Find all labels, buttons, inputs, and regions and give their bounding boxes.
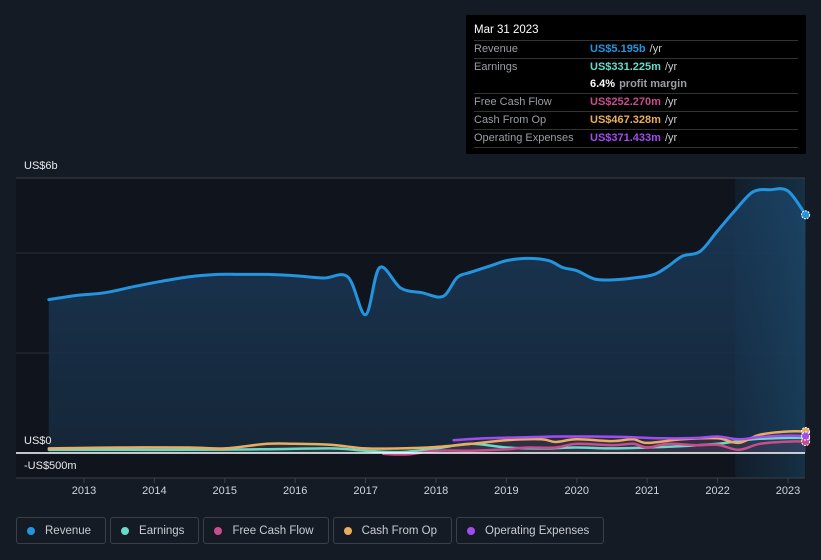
tooltip-value: 6.4% — [590, 78, 616, 90]
x-tick-label: 2016 — [282, 485, 308, 497]
legend-item-earnings[interactable]: Earnings — [110, 517, 200, 544]
tooltip-row-free-cash-flow: Free Cash Flow US$252.270m /yr — [474, 94, 798, 112]
tooltip-label: Revenue — [474, 43, 519, 55]
legend-label: Revenue — [45, 524, 92, 537]
legend-item-revenue[interactable]: Revenue — [16, 517, 107, 544]
tooltip-unit: /yr — [664, 61, 678, 73]
tooltip-unit: profit margin — [619, 78, 687, 90]
tooltip-row-operating-expenses: Operating Expenses US$371.433m /yr — [474, 130, 798, 148]
tooltip-row-earnings: Earnings US$331.225m /yr — [474, 59, 798, 76]
tooltip-panel: Mar 31 2023 Revenue US$5.195b /yr Earnin… — [466, 15, 806, 154]
tooltip-value: US$331.225m — [590, 61, 661, 73]
legend-label: Earnings — [139, 524, 185, 537]
x-tick-label: 2018 — [423, 485, 449, 497]
legend-label: Free Cash Flow — [232, 524, 314, 537]
revenue-end-marker — [801, 210, 811, 220]
legend-label: Operating Expenses — [485, 524, 590, 537]
tooltip-label: Operating Expenses — [474, 132, 574, 144]
x-tick-label: 2023 — [775, 485, 801, 497]
tooltip-date: Mar 31 2023 — [474, 21, 798, 41]
tooltip-unit: /yr — [664, 96, 678, 108]
legend: Revenue Earnings Free Cash Flow Cash Fro… — [16, 517, 605, 544]
legend-label: Cash From Op — [361, 524, 438, 537]
tooltip-value: US$467.328m — [590, 114, 661, 126]
y-tick-label: US$6b — [24, 160, 58, 172]
tooltip-unit: /yr — [664, 114, 678, 126]
x-tick-label: 2017 — [353, 485, 378, 497]
legend-item-cash-from-op[interactable]: Cash From Op — [332, 517, 453, 544]
y-tick-label: US$0 — [24, 435, 52, 447]
legend-dot-icon — [343, 526, 352, 535]
legend-item-free-cash-flow[interactable]: Free Cash Flow — [203, 517, 329, 544]
legend-item-operating-expenses[interactable]: Operating Expenses — [456, 517, 605, 544]
tooltip-label: Cash From Op — [474, 114, 547, 126]
tooltip-value: US$371.433m — [590, 132, 661, 144]
x-tick-label: 2015 — [212, 485, 238, 497]
tooltip-label — [474, 76, 590, 93]
x-tick-label: 2019 — [494, 485, 519, 497]
legend-dot-icon — [214, 526, 223, 535]
operating-expenses-end-marker — [801, 431, 811, 441]
legend-dot-icon — [27, 526, 35, 535]
x-tick-label: 2021 — [634, 485, 660, 497]
tooltip-row-revenue: Revenue US$5.195b /yr — [474, 41, 798, 59]
x-tick-label: 2014 — [142, 485, 167, 497]
tooltip-value: US$5.195b — [590, 43, 646, 55]
x-tick-label: 2020 — [564, 485, 590, 497]
y-tick-label: -US$500m — [24, 460, 77, 472]
tooltip-row-cash-from-op: Cash From Op US$467.328m /yr — [474, 112, 798, 130]
x-tick-label: 2013 — [71, 485, 97, 497]
tooltip-unit: /yr — [649, 43, 662, 55]
tooltip-value: US$252.270m — [590, 96, 661, 108]
legend-dot-icon — [467, 526, 476, 535]
tooltip-label: Earnings — [474, 61, 518, 73]
tooltip-row-profit-margin: 6.4% profit margin — [474, 76, 798, 94]
x-tick-label: 2022 — [705, 485, 730, 497]
tooltip-label: Free Cash Flow — [474, 96, 552, 108]
legend-dot-icon — [121, 526, 130, 535]
tooltip-unit: /yr — [664, 132, 678, 144]
